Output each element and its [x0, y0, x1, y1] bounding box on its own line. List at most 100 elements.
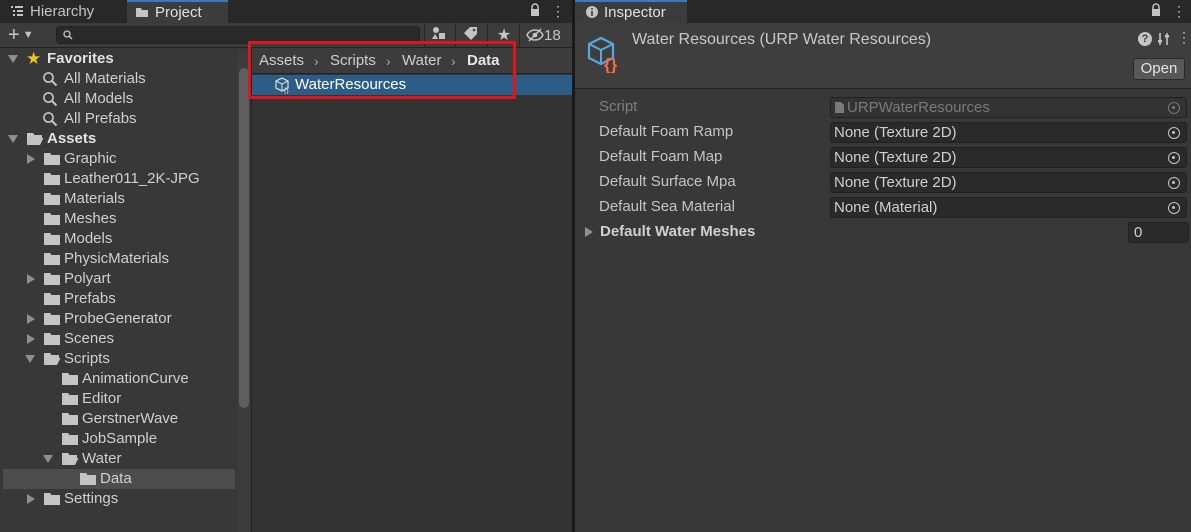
- default-surface-mpa-field[interactable]: None (Texture 2D): [830, 172, 1187, 193]
- array-foldout-label[interactable]: Default Water Meshes: [600, 223, 755, 240]
- inspector-panel: Inspector ⋮ {} Water Resources (URP Wate…: [575, 0, 1191, 532]
- expanded-arrow-icon[interactable]: [8, 55, 18, 63]
- tree-item[interactable]: Scripts: [0, 349, 236, 369]
- inspector-header: {} Water Resources (URP Water Resources)…: [575, 23, 1191, 89]
- folder-open-icon: [62, 453, 79, 465]
- tree-item-label: Meshes: [64, 210, 117, 227]
- foldout-arrow-icon[interactable]: [585, 227, 593, 237]
- tab-inspector[interactable]: Inspector: [575, 0, 687, 23]
- highlight-box: [248, 41, 516, 99]
- tree-item-label: Graphic: [64, 150, 117, 167]
- script-field: URPWaterResources: [830, 97, 1187, 118]
- folder-icon: [44, 493, 60, 505]
- tree-item-label: Models: [64, 230, 113, 247]
- tree-item[interactable]: ProbeGenerator: [0, 309, 236, 329]
- tree-item[interactable]: Prefabs: [0, 289, 236, 309]
- tree-item[interactable]: ★ Favorites: [0, 49, 236, 69]
- tree-item[interactable]: Scenes: [0, 329, 236, 349]
- collapsed-arrow-icon[interactable]: [27, 334, 35, 344]
- field-row-default-foam-ramp: Default Foam Ramp None (Texture 2D): [575, 120, 1191, 145]
- tree-item-label: Prefabs: [64, 290, 116, 307]
- folder-open-icon: [44, 353, 61, 365]
- tab-project-label: Project: [155, 4, 202, 21]
- field-value: None (Material): [834, 199, 938, 216]
- tree-item-label: All Materials: [64, 70, 146, 87]
- hidden-packages-toggle[interactable]: 18: [526, 26, 570, 45]
- tree-item-label: GerstnerWave: [82, 410, 179, 427]
- folder-icon: [44, 273, 60, 285]
- star-icon: ★: [26, 49, 42, 68]
- tree-item-label: Favorites: [47, 50, 114, 67]
- more-menu-icon[interactable]: ⋮: [551, 3, 565, 19]
- expanded-arrow-icon[interactable]: [8, 135, 18, 143]
- folder-icon: [44, 213, 60, 225]
- field-label: Script: [599, 98, 638, 115]
- collapsed-arrow-icon[interactable]: [27, 154, 35, 164]
- search-icon: [43, 112, 58, 127]
- tree-item-label: Editor: [82, 390, 122, 407]
- tree-item[interactable]: All Prefabs: [0, 109, 236, 129]
- tree-item[interactable]: Editor: [0, 389, 236, 409]
- expanded-arrow-icon[interactable]: [25, 355, 35, 363]
- tree-item[interactable]: Water: [0, 449, 236, 469]
- tree-item[interactable]: Leather011_2K-JPG: [0, 169, 236, 189]
- folder-icon: [136, 8, 148, 17]
- open-button[interactable]: Open: [1133, 58, 1185, 80]
- default-sea-material-field[interactable]: None (Material): [830, 197, 1187, 218]
- create-button[interactable]: + ▼: [8, 24, 40, 46]
- folder-icon: [44, 173, 60, 185]
- plus-icon: +: [8, 24, 20, 46]
- tree-item-label: Scenes: [64, 330, 115, 347]
- svg-text:{}: {}: [604, 55, 618, 73]
- tree-item[interactable]: All Materials: [0, 69, 236, 89]
- help-icon[interactable]: ?: [1138, 32, 1152, 46]
- more-menu-icon[interactable]: ⋮: [1172, 3, 1186, 19]
- tree-scrollbar-thumb[interactable]: [239, 68, 249, 408]
- tree-item[interactable]: GerstnerWave: [0, 409, 236, 429]
- tree-item[interactable]: All Models: [0, 89, 236, 109]
- tree-item[interactable]: JobSample: [0, 429, 236, 449]
- tree-item[interactable]: Models: [0, 229, 236, 249]
- array-size-field[interactable]: 0: [1128, 222, 1189, 243]
- preset-icon[interactable]: [1157, 32, 1171, 46]
- search-icon: [43, 92, 58, 107]
- inspector-tabbar: Inspector ⋮: [575, 0, 1191, 23]
- field-value: None (Texture 2D): [834, 174, 957, 191]
- tab-inspector-label: Inspector: [604, 4, 666, 21]
- tree-item-label: Settings: [64, 490, 119, 507]
- tab-hierarchy[interactable]: Hierarchy: [0, 0, 126, 23]
- tree-item[interactable]: AnimationCurve: [0, 369, 236, 389]
- tree-item-label: All Models: [64, 90, 134, 107]
- tree-item-label: Scripts: [64, 350, 110, 367]
- tree-item[interactable]: Materials: [0, 189, 236, 209]
- tree-item[interactable]: PhysicMaterials: [0, 249, 236, 269]
- lock-icon[interactable]: [528, 3, 542, 19]
- tab-project[interactable]: Project: [127, 0, 228, 23]
- object-picker-icon[interactable]: [1168, 177, 1180, 189]
- tree-item-label: All Prefabs: [64, 110, 137, 127]
- tree-item[interactable]: Polyart: [0, 269, 236, 289]
- tree-item[interactable]: Assets: [0, 129, 236, 149]
- tree-item-label: JobSample: [82, 430, 158, 447]
- collapsed-arrow-icon[interactable]: [27, 314, 35, 324]
- object-picker-icon[interactable]: [1168, 202, 1180, 214]
- default-foam-ramp-field[interactable]: None (Texture 2D): [830, 122, 1187, 143]
- tree-item[interactable]: Graphic: [0, 149, 236, 169]
- object-picker-icon[interactable]: [1168, 127, 1180, 139]
- more-menu-icon[interactable]: ⋮: [1177, 29, 1191, 46]
- folder-icon: [44, 153, 60, 165]
- collapsed-arrow-icon[interactable]: [27, 494, 35, 504]
- hidden-count: 18: [544, 27, 561, 44]
- object-picker-icon[interactable]: [1168, 152, 1180, 164]
- tree-item[interactable]: Data: [0, 469, 236, 489]
- tree-item[interactable]: Settings: [0, 489, 236, 509]
- field-label: Default Surface Mpa: [599, 173, 736, 190]
- default-foam-map-field[interactable]: None (Texture 2D): [830, 147, 1187, 168]
- field-row-script: Script URPWaterResources: [575, 95, 1191, 120]
- tree-item[interactable]: Meshes: [0, 209, 236, 229]
- folder-icon: [62, 433, 78, 445]
- lock-icon[interactable]: [1149, 3, 1163, 19]
- collapsed-arrow-icon[interactable]: [27, 274, 35, 284]
- expanded-arrow-icon[interactable]: [43, 455, 53, 463]
- field-label: Default Foam Ramp: [599, 123, 734, 140]
